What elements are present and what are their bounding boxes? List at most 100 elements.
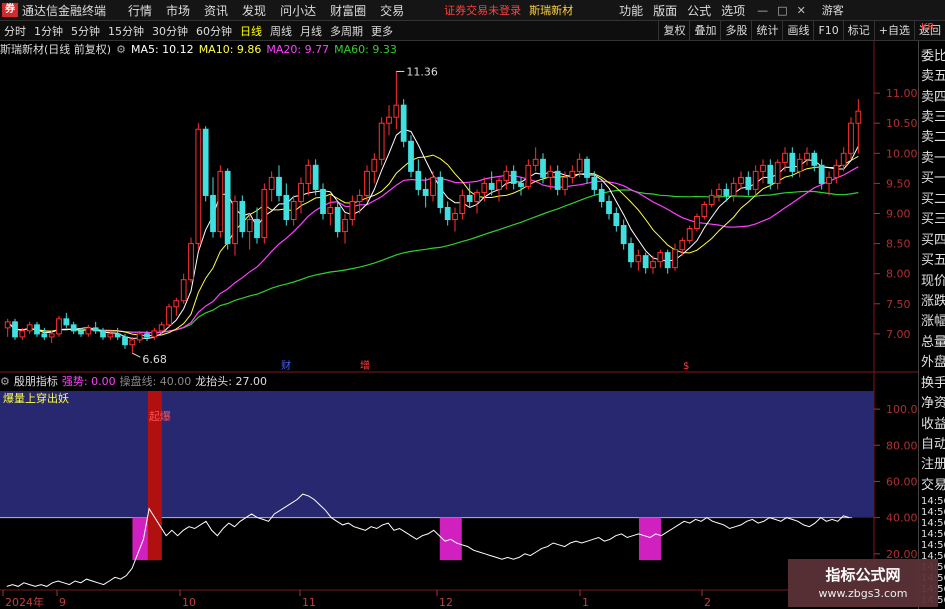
candle-body xyxy=(642,255,649,269)
sidebar-item-14[interactable]: 总量 xyxy=(921,331,945,350)
chart-canvas[interactable]: 7.00 7.50 8.00 8.50 9.00 9.50 10.00 10.50 11.00 1… xyxy=(0,0,918,609)
candle-body xyxy=(730,182,737,196)
candle-body xyxy=(554,170,561,190)
candle-body xyxy=(701,203,708,218)
sidebar-item-5[interactable]: 卖一 xyxy=(921,147,945,166)
candle-body xyxy=(437,176,444,208)
candle-body xyxy=(19,330,26,338)
candle-body xyxy=(569,170,576,178)
watermark-main: 指标公式网 xyxy=(825,566,901,584)
candle-body xyxy=(855,110,862,124)
candle-body xyxy=(466,194,473,202)
candle-body xyxy=(144,333,150,338)
candle-body xyxy=(774,161,781,184)
sidebar-item-17[interactable]: 净资 xyxy=(921,392,945,411)
sidebar-item-2[interactable]: 卖四 xyxy=(921,86,945,105)
candle-body xyxy=(378,122,385,160)
candle-body xyxy=(679,240,686,251)
candle-body xyxy=(481,182,488,193)
settings-icon[interactable]: ⚙ xyxy=(116,43,126,56)
candle-body xyxy=(708,194,715,205)
candle-body xyxy=(818,164,825,184)
sidebar-item-15[interactable]: 外盘 xyxy=(921,351,945,370)
date-tick-label: 2 xyxy=(704,596,711,609)
sidebar-item-4[interactable]: 卖二 xyxy=(921,126,945,145)
indicator-line: 操盘线: 40.00 xyxy=(119,375,192,388)
watermark: 指标公式网 www.zbgs3.com xyxy=(788,559,938,607)
candle-body xyxy=(532,158,539,166)
candle-body xyxy=(349,200,356,221)
candle-body xyxy=(386,116,392,124)
ma5-line xyxy=(7,128,859,340)
candle-body xyxy=(672,249,678,269)
price-tick-label: 8.50 xyxy=(886,238,911,251)
sidebar-item-19[interactable]: 自动 xyxy=(921,433,945,452)
candle-body xyxy=(41,333,48,338)
sidebar-item-6[interactable]: 买一 xyxy=(921,167,945,186)
candle-body xyxy=(664,252,671,269)
candle-body xyxy=(510,170,517,184)
sidebar-item-12[interactable]: 涨跌 xyxy=(921,290,945,309)
candle-body xyxy=(547,170,554,178)
candle-body xyxy=(628,243,634,263)
candle-body xyxy=(364,170,370,196)
candle-body xyxy=(188,243,194,281)
sidebar-item-18[interactable]: 收益 xyxy=(921,413,945,432)
sidebar-item-21[interactable]: 交易 xyxy=(921,474,945,493)
indicator-settings-icon[interactable]: ⚙ xyxy=(0,375,10,388)
price-info-bar: 斯瑞新材(日线 前复权) ⚙ MA5: 10.12 MA10: 9.86 MA2… xyxy=(0,41,402,57)
stock-label: 斯瑞新材(日线 前复权) xyxy=(0,43,112,56)
candle-body xyxy=(723,188,730,196)
candle-body xyxy=(716,188,722,196)
indicator-header: ⚙ 殷朋指标 强势: 0.00 操盘线: 40.00 龙抬头: 27.00 xyxy=(0,373,271,389)
candle-body xyxy=(63,318,70,326)
candle-body xyxy=(268,176,275,190)
sidebar-item-10[interactable]: 买五 xyxy=(921,249,945,268)
sidebar-item-8[interactable]: 买三 xyxy=(921,208,945,227)
candle-body xyxy=(598,188,605,202)
sidebar-item-7[interactable]: 买二 xyxy=(921,188,945,207)
candle-body xyxy=(408,140,414,172)
sidebar-time-0: 14:56 xyxy=(921,496,945,507)
ma60-label: MA60: 9.33 xyxy=(334,42,397,56)
candle-body xyxy=(210,194,216,233)
candle-body xyxy=(342,219,348,233)
candle-body xyxy=(752,170,759,190)
sidebar-item-11[interactable]: 现价 xyxy=(921,270,945,289)
candle-body xyxy=(261,188,268,239)
indicator-name[interactable]: 殷朋指标 xyxy=(14,373,58,389)
sidebar-item-0[interactable]: 委比 xyxy=(921,45,945,64)
candle-body xyxy=(34,324,40,335)
sidebar-item-13[interactable]: 涨幅 xyxy=(921,310,945,329)
candle-body xyxy=(686,228,693,242)
candle-body xyxy=(136,333,143,341)
candle-body xyxy=(745,176,752,190)
date-tick-label: 12 xyxy=(439,596,453,609)
sidebar-item-16[interactable]: 换手 xyxy=(921,372,945,391)
ma60-line xyxy=(7,189,859,334)
sidebar-item-20[interactable]: 注册 xyxy=(921,453,945,472)
candle-body xyxy=(224,170,231,245)
candle-body xyxy=(833,164,840,178)
watermark-sub: www.zbgs3.com xyxy=(818,587,908,600)
sidebar-item-1[interactable]: 卖五 xyxy=(921,65,945,84)
candle-body xyxy=(694,216,700,230)
candle-body xyxy=(415,170,422,190)
candle-body xyxy=(312,164,319,190)
candle-body xyxy=(283,194,290,221)
candle-body xyxy=(613,213,620,227)
sidebar-item-3[interactable]: 卖三 xyxy=(921,106,945,125)
candle-body xyxy=(180,279,187,302)
candle-body xyxy=(246,219,253,233)
candle-body xyxy=(129,339,136,346)
ind-tick-label: 100.00 xyxy=(886,403,918,416)
date-tick-label: 9 xyxy=(59,596,66,609)
candle-body xyxy=(327,206,334,215)
sidebar-item-9[interactable]: 买四 xyxy=(921,229,945,248)
candle-body xyxy=(767,164,774,184)
date-tick-label: 11 xyxy=(302,596,316,609)
sidebar-kr[interactable]: KR xyxy=(921,22,935,33)
indicator-title: 爆量上穿出妖 xyxy=(3,391,69,405)
price-tick-label: 9.00 xyxy=(886,208,911,221)
price-tick-label: 10.50 xyxy=(886,117,918,130)
